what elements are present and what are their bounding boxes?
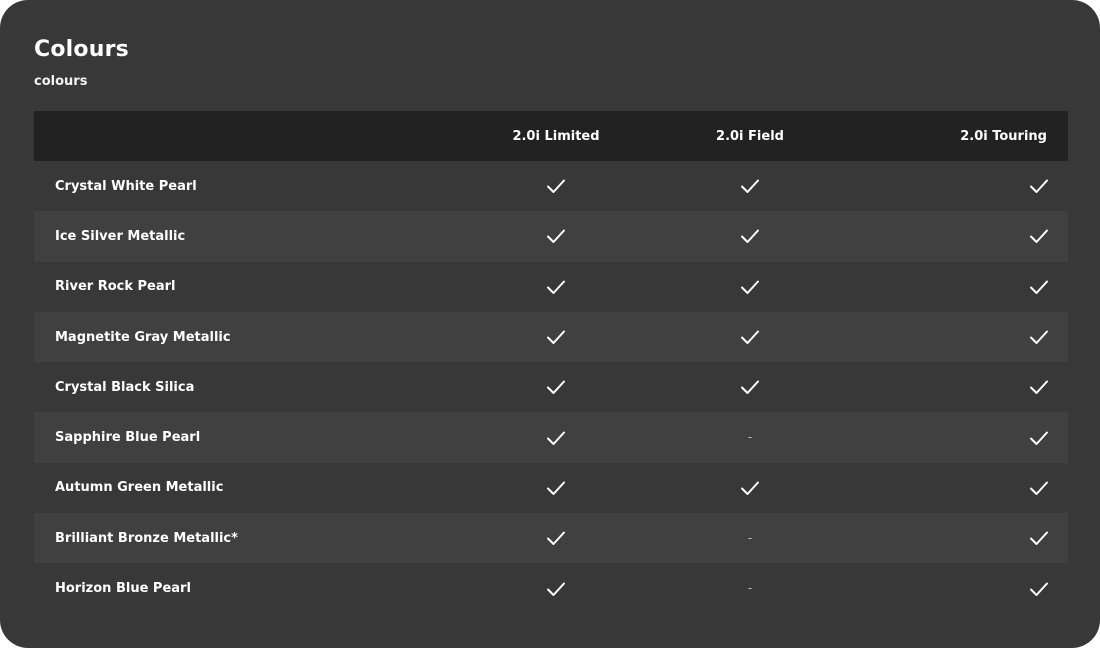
section-title: Colours xyxy=(34,37,129,62)
unavailable-dash: - xyxy=(747,430,753,445)
table-row: Magnetite Gray Metallic xyxy=(34,311,1068,363)
colour-name: Ice Silver Metallic xyxy=(55,228,186,244)
check-icon xyxy=(741,380,759,395)
check-icon xyxy=(741,280,759,294)
table-row: Sapphire Blue Pearl - xyxy=(34,412,1068,463)
check-icon xyxy=(1030,582,1048,596)
header-field: 2.0i Field xyxy=(716,128,784,144)
colour-name: Brilliant Bronze Metallic* xyxy=(55,530,238,546)
check-icon xyxy=(741,229,759,244)
availability-touring xyxy=(854,262,1068,312)
header-limited: 2.0i Limited xyxy=(512,128,600,144)
availability-limited xyxy=(466,362,646,412)
availability-touring xyxy=(854,211,1068,261)
availability-limited xyxy=(466,211,646,261)
check-icon xyxy=(1030,229,1048,244)
availability-touring xyxy=(854,161,1068,211)
availability-field xyxy=(646,463,854,513)
colours-card: Colours colours 2.0i Limited 2.0i Field … xyxy=(0,0,1100,648)
header-touring: 2.0i Touring xyxy=(960,128,1047,144)
availability-touring xyxy=(854,412,1068,462)
check-icon xyxy=(1030,531,1048,546)
table-row: Crystal Black Silica xyxy=(34,362,1068,413)
check-icon xyxy=(1030,330,1048,345)
check-icon xyxy=(741,330,759,345)
check-icon xyxy=(547,229,565,244)
check-icon xyxy=(547,179,565,194)
availability-touring xyxy=(854,513,1068,563)
colours-table: 2.0i Limited 2.0i Field 2.0i Touring Cry… xyxy=(34,111,1068,614)
colour-name: Sapphire Blue Pearl xyxy=(55,430,201,446)
table-header-row: 2.0i Limited 2.0i Field 2.0i Touring xyxy=(34,111,1068,161)
section-subtitle: colours xyxy=(34,74,88,89)
colour-name: Crystal Black Silica xyxy=(55,379,195,395)
availability-limited xyxy=(466,563,646,613)
availability-limited xyxy=(466,463,646,513)
check-icon xyxy=(741,179,759,194)
availability-touring xyxy=(854,312,1068,362)
check-icon xyxy=(547,280,565,294)
availability-field xyxy=(646,211,854,261)
availability-field xyxy=(646,161,854,211)
colour-name: Horizon Blue Pearl xyxy=(55,581,191,597)
check-icon xyxy=(1030,280,1048,294)
table-row: River Rock Pearl xyxy=(34,261,1068,312)
check-icon xyxy=(547,582,565,596)
availability-field xyxy=(646,362,854,412)
check-icon xyxy=(547,531,565,546)
availability-field: - xyxy=(646,412,854,462)
check-icon xyxy=(547,431,565,445)
availability-field xyxy=(646,262,854,312)
unavailable-dash: - xyxy=(747,530,753,545)
unavailable-dash: - xyxy=(747,581,753,596)
check-icon xyxy=(741,481,759,495)
table-row: Ice Silver Metallic xyxy=(34,211,1068,262)
availability-limited xyxy=(466,312,646,362)
check-icon xyxy=(547,330,565,345)
availability-limited xyxy=(466,161,646,211)
table-row: Crystal White Pearl xyxy=(34,161,1068,212)
check-icon xyxy=(1030,431,1048,445)
availability-field xyxy=(646,312,854,362)
table-row: Brilliant Bronze Metallic* - xyxy=(34,513,1068,564)
check-icon xyxy=(547,481,565,495)
colour-name: Magnetite Gray Metallic xyxy=(55,329,231,345)
availability-field: - xyxy=(646,563,854,613)
check-icon xyxy=(1030,380,1048,395)
availability-field: - xyxy=(646,513,854,563)
colour-name: Autumn Green Metallic xyxy=(55,480,224,496)
table-row: Autumn Green Metallic xyxy=(34,462,1068,514)
colour-name: Crystal White Pearl xyxy=(55,178,197,194)
availability-touring xyxy=(854,463,1068,513)
table-row: Horizon Blue Pearl - xyxy=(34,563,1068,614)
check-icon xyxy=(547,380,565,395)
availability-limited xyxy=(466,412,646,462)
header-colour-name xyxy=(34,111,466,161)
colour-name: River Rock Pearl xyxy=(55,279,176,295)
table-body: Crystal White Pearl Ice Silver Metallic Ri… xyxy=(34,161,1068,614)
availability-limited xyxy=(466,262,646,312)
check-icon xyxy=(1030,179,1048,194)
check-icon xyxy=(1030,481,1048,495)
availability-limited xyxy=(466,513,646,563)
availability-touring xyxy=(854,362,1068,412)
availability-touring xyxy=(854,563,1068,613)
